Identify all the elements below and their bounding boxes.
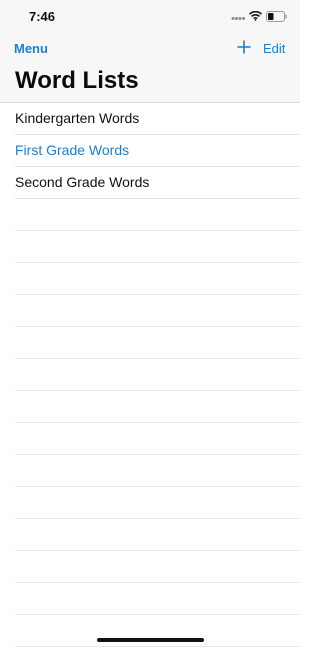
word-list-item-label: Kindergarten Words [15,110,140,126]
word-list-item-first-grade[interactable]: First Grade Words [15,135,300,167]
page-title: Word Lists [15,67,139,94]
plus-icon[interactable] [236,39,252,55]
menu-button[interactable]: Menu [14,41,48,56]
battery-icon [266,11,287,22]
wifi-icon [249,11,262,21]
word-list-item-label: First Grade Words [15,142,130,158]
empty-row [15,391,300,423]
empty-row [15,327,300,359]
word-list-item-kindergarten[interactable]: Kindergarten Words [15,103,300,135]
empty-row [15,423,300,455]
empty-row [15,199,300,231]
empty-row [15,295,300,327]
empty-row [15,583,300,615]
empty-row [15,519,300,551]
empty-row [15,263,300,295]
word-list-item-label: Second Grade Words [15,174,150,190]
empty-row [15,359,300,391]
empty-row [15,455,300,487]
status-bar: 7:46 [0,0,300,34]
navigation-header: 7:46 Menu Edit Word Lists [0,0,300,103]
empty-row [15,487,300,519]
signal-dots-icon [231,17,245,20]
empty-row [15,231,300,263]
word-list-item-second-grade[interactable]: Second Grade Words [15,167,300,199]
home-indicator[interactable] [97,638,204,642]
status-time: 7:46 [29,9,56,24]
edit-button[interactable]: Edit [263,41,285,56]
word-list-table: Kindergarten Words First Grade Words Sec… [0,103,300,647]
empty-row [15,615,300,647]
empty-row [15,551,300,583]
